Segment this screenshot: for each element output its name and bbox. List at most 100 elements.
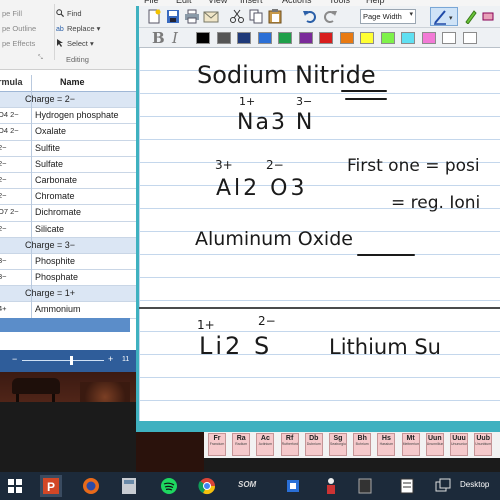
pen-color-swatch[interactable] xyxy=(319,32,333,44)
pen-color-swatch[interactable] xyxy=(237,32,251,44)
taskbar-firefox[interactable] xyxy=(80,475,102,497)
note-aluminum-oxide: Aluminum Oxide xyxy=(195,228,353,250)
element-symbol: Hs xyxy=(381,435,391,442)
menu-item[interactable]: Edit xyxy=(176,0,192,5)
element-cell: SgSeaborgium xyxy=(329,433,347,456)
pen-color-swatch[interactable] xyxy=(278,32,292,44)
shape-fill-menu[interactable]: pe Fill xyxy=(2,9,22,18)
taskbar-spotify[interactable] xyxy=(158,475,180,497)
element-cell: Mt Meitnerium xyxy=(401,433,420,456)
taskbar-app-dark[interactable] xyxy=(354,475,376,497)
shape-outline-menu[interactable]: pe Outline xyxy=(2,24,36,33)
italic-button[interactable]: I xyxy=(172,29,178,47)
find-button[interactable]: Find xyxy=(56,9,82,18)
table-group-row[interactable]: Charge = 2− xyxy=(0,92,136,109)
zoom-select[interactable]: Page Width ▾ xyxy=(360,9,416,24)
email-button[interactable] xyxy=(203,9,219,24)
undo-button[interactable] xyxy=(302,9,318,24)
ruled-line xyxy=(139,277,500,278)
taskbar-chrome[interactable] xyxy=(196,475,218,497)
print-button[interactable] xyxy=(184,9,200,24)
element-symbol: Uub xyxy=(476,435,490,442)
zoom-slider-track[interactable] xyxy=(22,360,104,361)
cut-button[interactable] xyxy=(229,9,245,24)
taskbar-app-figure[interactable] xyxy=(320,475,342,497)
pen-color-swatch[interactable] xyxy=(462,32,477,44)
desktop-wallpaper xyxy=(136,432,204,472)
paste-button[interactable] xyxy=(267,9,283,24)
new-page-button[interactable] xyxy=(146,9,162,24)
taskbar-onenote[interactable] xyxy=(396,475,418,497)
table-row[interactable]: 2− Silicate xyxy=(0,222,136,238)
pen-color-swatch[interactable] xyxy=(257,32,272,44)
table-row[interactable]: O4 2− Hydrogen phosphate xyxy=(0,108,136,125)
element-name: Rutherfordium xyxy=(281,442,298,446)
table-row[interactable]: 2− Chromate xyxy=(0,189,136,206)
pen-color-swatch[interactable] xyxy=(442,32,456,44)
menu-item[interactable]: Actions xyxy=(282,0,312,5)
taskbar-switch-window[interactable] xyxy=(432,475,454,497)
copy-button[interactable] xyxy=(248,9,264,24)
table-group-row[interactable]: Charge = 3− xyxy=(0,237,136,254)
element-cell: Hs Hassium xyxy=(377,433,396,456)
pen-tool-button[interactable]: ▾ xyxy=(430,7,458,26)
element-name: Actinium xyxy=(258,442,273,446)
zoom-out-button[interactable]: − xyxy=(12,354,17,364)
table-row[interactable]: 2− Carbonate xyxy=(0,173,136,190)
table-row[interactable]: 3− Phosphite xyxy=(0,254,136,271)
ruled-line xyxy=(139,400,500,401)
chevron-down-icon: ▾ xyxy=(409,11,413,18)
table-row[interactable]: O7 2− Dichromate xyxy=(0,205,136,222)
pen-color-swatch[interactable] xyxy=(298,32,313,44)
ruled-line xyxy=(139,139,500,140)
table-row[interactable]: 2− Sulfite xyxy=(0,141,136,157)
bold-button[interactable]: B xyxy=(152,29,165,47)
pen-color-swatch[interactable] xyxy=(380,32,395,44)
menu-item[interactable]: Tools xyxy=(329,0,350,5)
formula-li2s: Li2 S xyxy=(199,332,273,360)
highlighter-button[interactable] xyxy=(462,9,478,25)
find-label: Find xyxy=(67,9,82,18)
shape-effects-menu[interactable]: pe Effects xyxy=(2,39,35,48)
dialog-launcher-icon[interactable]: ⤡ xyxy=(38,55,43,62)
zoom-slider-thumb[interactable] xyxy=(70,356,73,365)
taskbar-calculator[interactable] xyxy=(118,475,140,497)
start-button[interactable] xyxy=(4,475,26,497)
pen-color-swatch[interactable] xyxy=(421,32,436,44)
table-row[interactable]: 2− Sulfate xyxy=(0,157,136,173)
redo-button[interactable] xyxy=(322,9,338,24)
firefox-icon xyxy=(83,478,99,494)
table-row[interactable]: O4 2− Oxalate xyxy=(0,124,136,141)
pen-color-swatch[interactable] xyxy=(401,32,415,44)
menu-item[interactable]: File xyxy=(144,0,159,5)
save-button[interactable] xyxy=(165,9,181,24)
menu-item[interactable]: View xyxy=(208,0,227,5)
element-cell: Fr Francium xyxy=(208,433,226,456)
pen-color-swatch[interactable] xyxy=(196,32,210,44)
select-button[interactable]: Select ▾ xyxy=(56,39,94,48)
taskbar-powerpoint[interactable]: P xyxy=(40,475,62,497)
replace-button[interactable]: ab Replace ▾ xyxy=(56,24,100,33)
pen-color-swatch[interactable] xyxy=(360,32,374,44)
menu-item[interactable]: Insert xyxy=(240,0,263,5)
spreadsheet-window: pe Fill pe Outline pe Effects Find ab Re… xyxy=(0,0,136,402)
table-row[interactable]: 4+ Ammonium xyxy=(0,302,136,319)
table-group-row[interactable]: Charge = 1+ xyxy=(0,286,136,303)
chevron-down-icon: ▾ xyxy=(89,39,94,48)
pen-color-swatch[interactable] xyxy=(339,32,354,44)
pen-color-swatch[interactable] xyxy=(216,32,231,44)
ion-name-cell: Phosphite xyxy=(35,255,76,266)
scissors-icon xyxy=(230,9,244,23)
zoom-in-button[interactable]: + xyxy=(108,354,113,364)
desktop-toolbar-label[interactable]: Desktop xyxy=(460,480,489,489)
formula-cell: 4+ xyxy=(0,304,7,314)
menu-item[interactable]: Help xyxy=(366,0,385,5)
taskbar-som-label[interactable]: SOM xyxy=(238,480,256,489)
taskbar-app-blue[interactable] xyxy=(282,475,304,497)
charge-group-label: Charge = 3− xyxy=(25,239,76,250)
element-cell: Db Dubnium xyxy=(304,433,323,456)
table-row[interactable]: 3− Phosphate xyxy=(0,270,136,287)
eraser-button[interactable] xyxy=(480,9,496,24)
note-page[interactable]: Sodium Nitride 1+ 3− Na3 N 3+ 2− Al2 O3 … xyxy=(139,48,500,432)
element-symbol: Rf xyxy=(285,435,294,442)
